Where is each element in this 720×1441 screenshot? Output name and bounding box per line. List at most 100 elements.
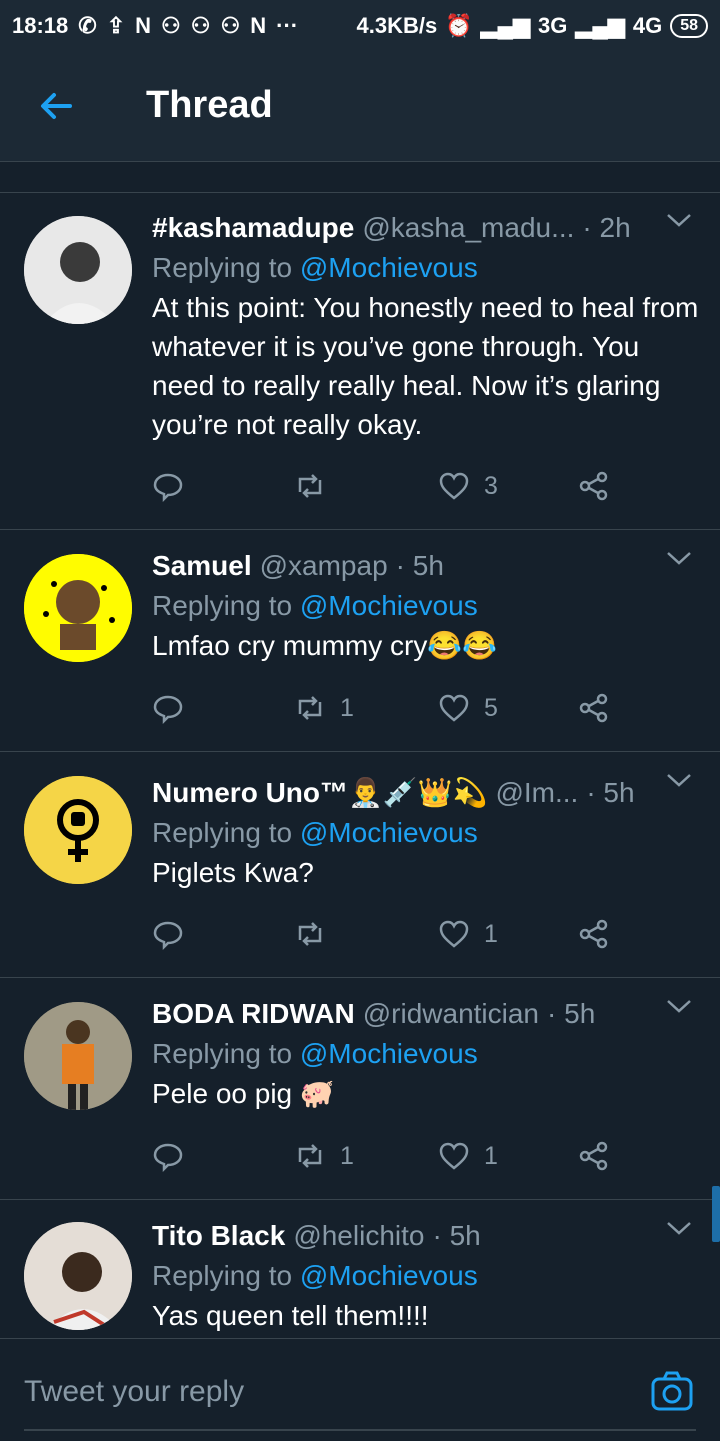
scrollbar[interactable] xyxy=(712,1186,720,1242)
avatar[interactable] xyxy=(24,1222,132,1330)
retweet-button[interactable] xyxy=(294,918,340,950)
share-button[interactable] xyxy=(578,692,610,724)
tweet-time: · 2h xyxy=(582,212,631,243)
back-arrow-icon[interactable] xyxy=(36,86,76,126)
reply-input[interactable]: Tweet your reply xyxy=(24,1375,244,1409)
like-count: 1 xyxy=(484,1141,498,1170)
replying-label: Replying to xyxy=(152,252,300,283)
replying-to: Replying to @Mochievous xyxy=(152,590,700,622)
avatar[interactable] xyxy=(24,776,132,884)
mention-link[interactable]: @Mochievous xyxy=(300,590,478,621)
heart-icon xyxy=(439,1142,469,1170)
retweet-button[interactable]: 1 xyxy=(294,692,354,724)
retweet-button[interactable]: 1 xyxy=(294,1140,354,1172)
avatar[interactable] xyxy=(24,554,132,662)
chevron-down-icon[interactable] xyxy=(666,998,692,1014)
mention-link[interactable]: @Mochievous xyxy=(300,1260,478,1291)
author-name[interactable]: Tito Black xyxy=(152,1220,285,1252)
author-name[interactable]: Samuel xyxy=(152,550,252,582)
tweet-time: · 5h xyxy=(395,550,444,581)
author-handle[interactable]: @kasha_madu... xyxy=(362,212,574,244)
alarm-icon: ⏰ xyxy=(445,13,473,38)
heart-icon xyxy=(439,920,469,948)
share-button[interactable] xyxy=(578,918,610,950)
like-button[interactable]: 1 xyxy=(438,918,498,950)
share-icon xyxy=(579,919,608,949)
chevron-down-icon[interactable] xyxy=(666,772,692,788)
author-handle[interactable]: @xampap xyxy=(260,550,388,582)
author-handle[interactable]: @helichito xyxy=(293,1220,424,1252)
network-type-2: 4G xyxy=(632,13,663,38)
like-button[interactable]: 1 xyxy=(438,1140,498,1172)
author-name[interactable]: #kashamadupe xyxy=(152,212,354,244)
replying-to: Replying to @Mochievous xyxy=(152,817,700,849)
tweet-item[interactable]: Samuel @xampap · 5h Replying to @Mochiev… xyxy=(0,530,720,752)
reply-button[interactable] xyxy=(152,918,184,950)
share-icon xyxy=(579,471,608,501)
chevron-down-icon[interactable] xyxy=(666,1220,692,1236)
reply-icon xyxy=(153,1143,183,1172)
chevron-down-icon[interactable] xyxy=(666,550,692,566)
replying-label: Replying to xyxy=(152,1038,300,1069)
camera-icon[interactable] xyxy=(650,1369,694,1413)
whatsapp-icon: ✆ xyxy=(78,13,97,38)
tweet-text: Piglets Kwa? xyxy=(152,857,314,888)
tweet-text: Yas queen tell them!!!! xyxy=(152,1300,429,1331)
retweet-count: 1 xyxy=(340,693,354,722)
tweet-item[interactable]: #kashamadupe @kasha_madu... · 2h Replyin… xyxy=(0,192,720,530)
reply-icon xyxy=(153,921,183,950)
network-type-1: 3G xyxy=(538,13,568,38)
heart-icon xyxy=(439,694,469,722)
author-handle[interactable]: @ridwantician xyxy=(363,998,539,1030)
retweet-button[interactable] xyxy=(294,470,340,502)
replying-to: Replying to @Mochievous xyxy=(152,1260,700,1292)
notification-n-icon: N xyxy=(250,13,267,38)
retweet-icon xyxy=(298,696,322,720)
chevron-down-icon[interactable] xyxy=(666,212,692,228)
reply-button[interactable] xyxy=(152,1140,184,1172)
add-user-icon: ⚇ xyxy=(190,13,211,38)
reply-composer[interactable]: Tweet your reply xyxy=(0,1338,720,1441)
add-user-icon: ⚇ xyxy=(220,13,241,38)
mention-link[interactable]: @Mochievous xyxy=(300,252,478,283)
tweet-item[interactable]: BODA RIDWAN @ridwantician · 5h Replying … xyxy=(0,978,720,1200)
signal-icon: ▂▄▆ xyxy=(480,13,531,38)
add-user-icon: ⚇ xyxy=(161,13,181,38)
avatar[interactable] xyxy=(24,216,132,324)
like-count: 3 xyxy=(484,471,498,500)
reply-button[interactable] xyxy=(152,470,184,502)
share-icon xyxy=(579,1141,608,1171)
page-title: Thread xyxy=(146,84,273,126)
more-dots-icon: ··· xyxy=(276,13,299,38)
share-button[interactable] xyxy=(578,470,610,502)
tweet-time: · 5h xyxy=(586,777,635,808)
notification-n-icon: N xyxy=(135,13,152,38)
replying-label: Replying to xyxy=(152,817,300,848)
tweet-time: · 5h xyxy=(547,998,596,1029)
share-button[interactable] xyxy=(578,1140,610,1172)
author-name[interactable]: Numero Uno™👨‍⚕️💉👑💫 xyxy=(152,776,487,809)
status-bar: 18:18 ✆ ⇪ N ⚇ ⚇ ⚇ N ··· 4.3KB/s ⏰ ▂▄▆ 3G… xyxy=(0,0,720,52)
replying-to: Replying to @Mochievous xyxy=(152,252,700,284)
retweet-icon xyxy=(298,474,322,498)
reply-icon xyxy=(153,695,183,724)
battery-indicator: 58 xyxy=(670,14,708,38)
tweet-item[interactable]: Tito Black @helichito · 5h Replying to @… xyxy=(0,1200,720,1338)
tweet-item[interactable]: Numero Uno™👨‍⚕️💉👑💫 @Im... · 5h Replying … xyxy=(0,752,720,978)
mention-link[interactable]: @Mochievous xyxy=(300,817,478,848)
replying-to: Replying to @Mochievous xyxy=(152,1038,700,1070)
mention-link[interactable]: @Mochievous xyxy=(300,1038,478,1069)
tweet-text: Lmfao cry mummy cry😂😂 xyxy=(152,630,498,661)
like-button[interactable]: 3 xyxy=(438,470,498,502)
author-handle[interactable]: @Im... xyxy=(495,777,578,809)
status-time: 18:18 xyxy=(12,13,69,38)
reply-button[interactable] xyxy=(152,692,184,724)
previous-tweet-remnant xyxy=(0,162,720,193)
like-count: 5 xyxy=(484,693,498,722)
avatar[interactable] xyxy=(24,1002,132,1110)
reply-icon xyxy=(153,473,183,502)
like-button[interactable]: 5 xyxy=(438,692,498,724)
author-name[interactable]: BODA RIDWAN xyxy=(152,998,355,1030)
signal-icon: ▂▄▆ xyxy=(575,13,625,38)
share-icon xyxy=(579,693,608,723)
